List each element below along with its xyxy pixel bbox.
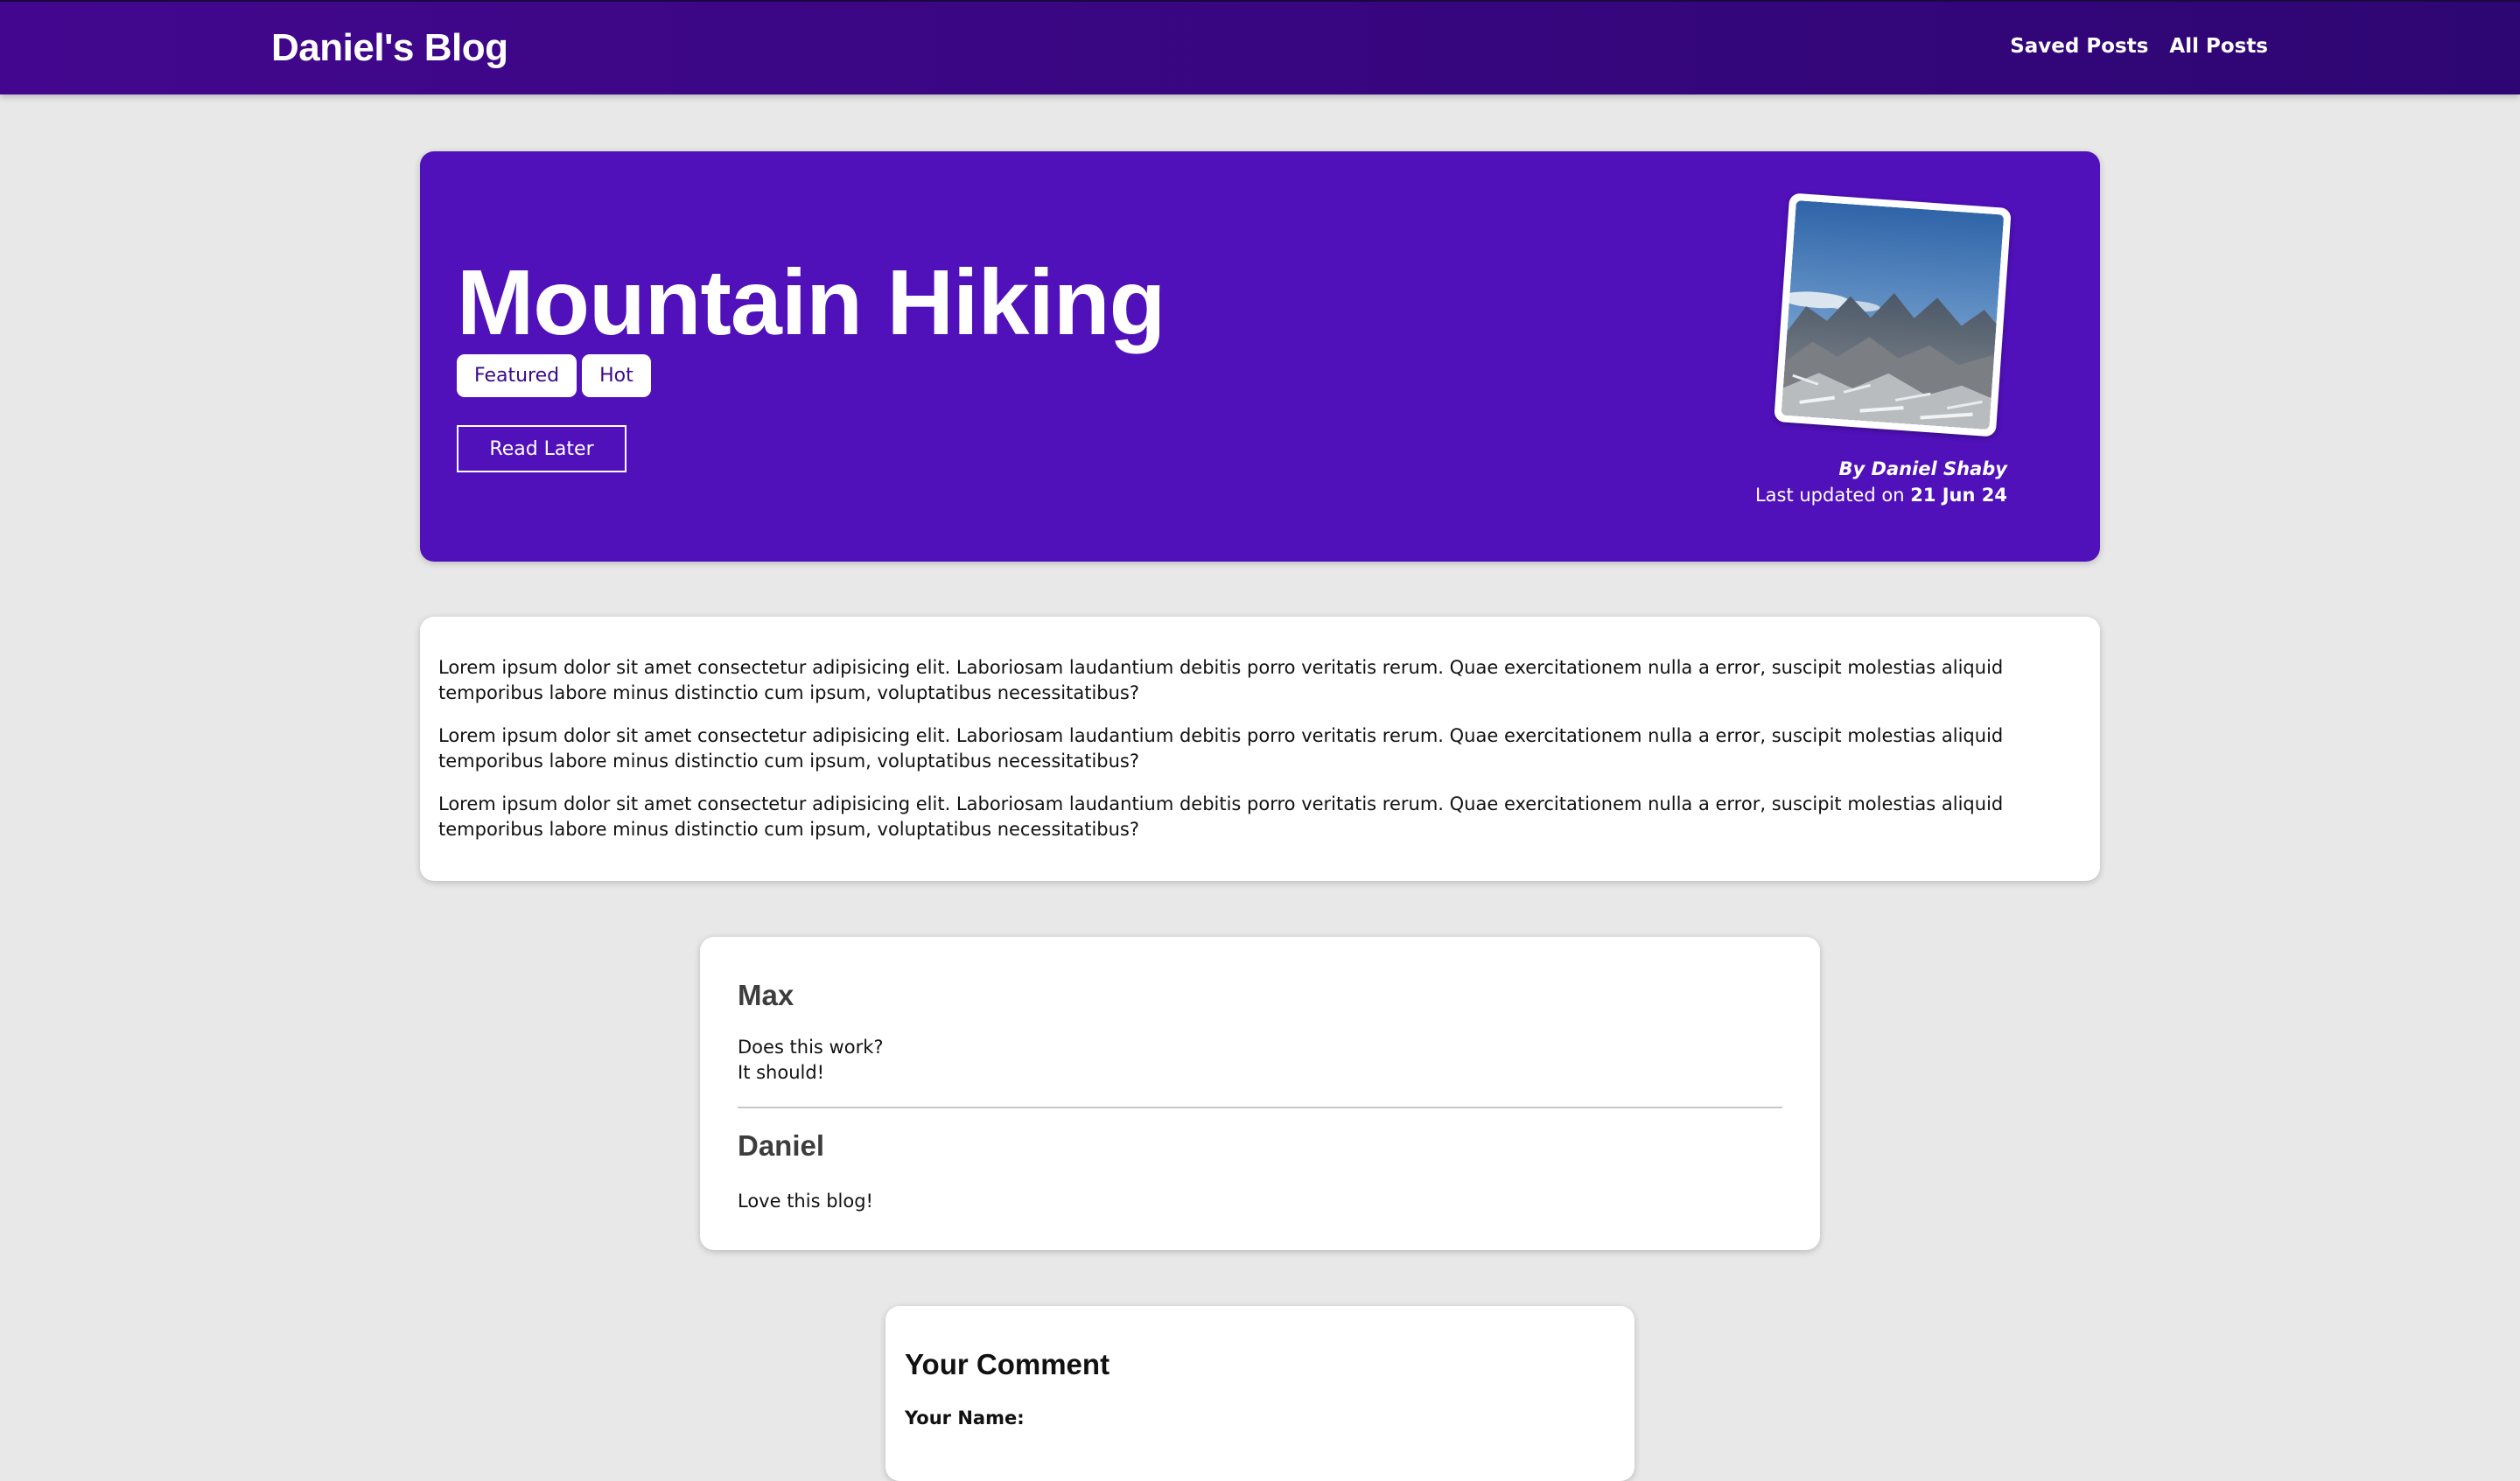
post-image-frame (1774, 192, 2012, 437)
post-updated: Last updated on 21 Jun 24 (1755, 482, 2007, 508)
navbar: Daniel's Blog Saved Posts All Posts (0, 0, 2520, 94)
comment-form: Your Comment Your Name: (886, 1306, 1634, 1481)
read-later-button[interactable]: Read Later (457, 425, 626, 472)
post-content: Lorem ipsum dolor sit amet consectetur a… (420, 617, 2100, 881)
nav-link-saved-posts[interactable]: Saved Posts (2010, 35, 2148, 58)
comment-divider (738, 1107, 1782, 1108)
post-hero: Mountain Hiking Featured Hot Read Later (420, 151, 2100, 562)
post-paragraph: Lorem ipsum dolor sit amet consectetur a… (438, 657, 2004, 703)
post-paragraph: Lorem ipsum dolor sit amet consectetur a… (438, 725, 2004, 772)
comment-text: Love this blog! (738, 1191, 873, 1212)
post-title: Mountain Hiking (457, 251, 1166, 354)
comment-form-title: Your Comment (905, 1348, 1110, 1380)
mountain-photo (1781, 199, 2005, 430)
post-tags: Featured Hot (457, 354, 651, 397)
updated-date: 21 Jun 24 (1910, 485, 2007, 506)
tag-hot: Hot (582, 354, 651, 397)
updated-prefix: Last updated on (1754, 485, 1905, 506)
comment-text: Does this work? It should! (738, 1037, 884, 1083)
comment-author: Daniel (738, 1129, 825, 1162)
name-field-label: Your Name: (905, 1408, 1025, 1429)
comment-author: Max (738, 979, 794, 1011)
blog-brand-logo[interactable]: Daniel's Blog (271, 26, 508, 70)
post-byline: By Daniel Shaby Last updated on 21 Jun 2… (1755, 456, 2007, 508)
post-author: By Daniel Shaby (1838, 458, 2007, 479)
nav-links: Saved Posts All Posts (2010, 35, 2268, 58)
tag-featured: Featured (457, 354, 578, 397)
post-paragraph: Lorem ipsum dolor sit amet consectetur a… (438, 793, 2004, 840)
comments-list: Max Does this work? It should! Daniel Lo… (700, 937, 1820, 1250)
nav-link-all-posts[interactable]: All Posts (2169, 35, 2268, 58)
